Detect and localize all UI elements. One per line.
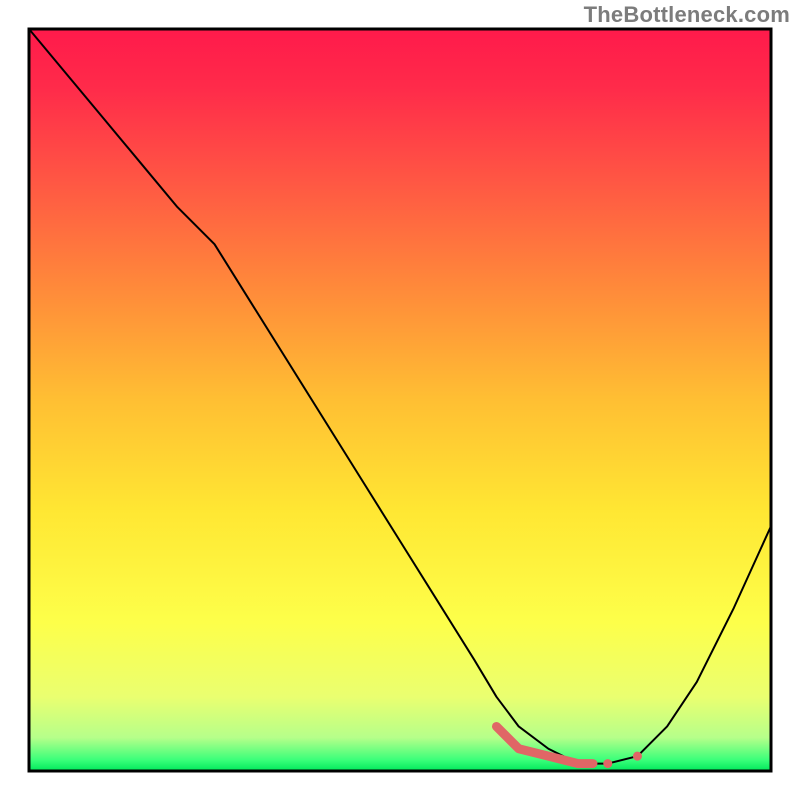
chart-container: TheBottleneck.com <box>0 0 800 800</box>
watermark-text: TheBottleneck.com <box>584 2 790 28</box>
bottleneck-chart <box>0 0 800 800</box>
trough-dot-2 <box>633 752 642 761</box>
trough-dot-1 <box>603 759 612 768</box>
plot-background <box>29 29 771 771</box>
